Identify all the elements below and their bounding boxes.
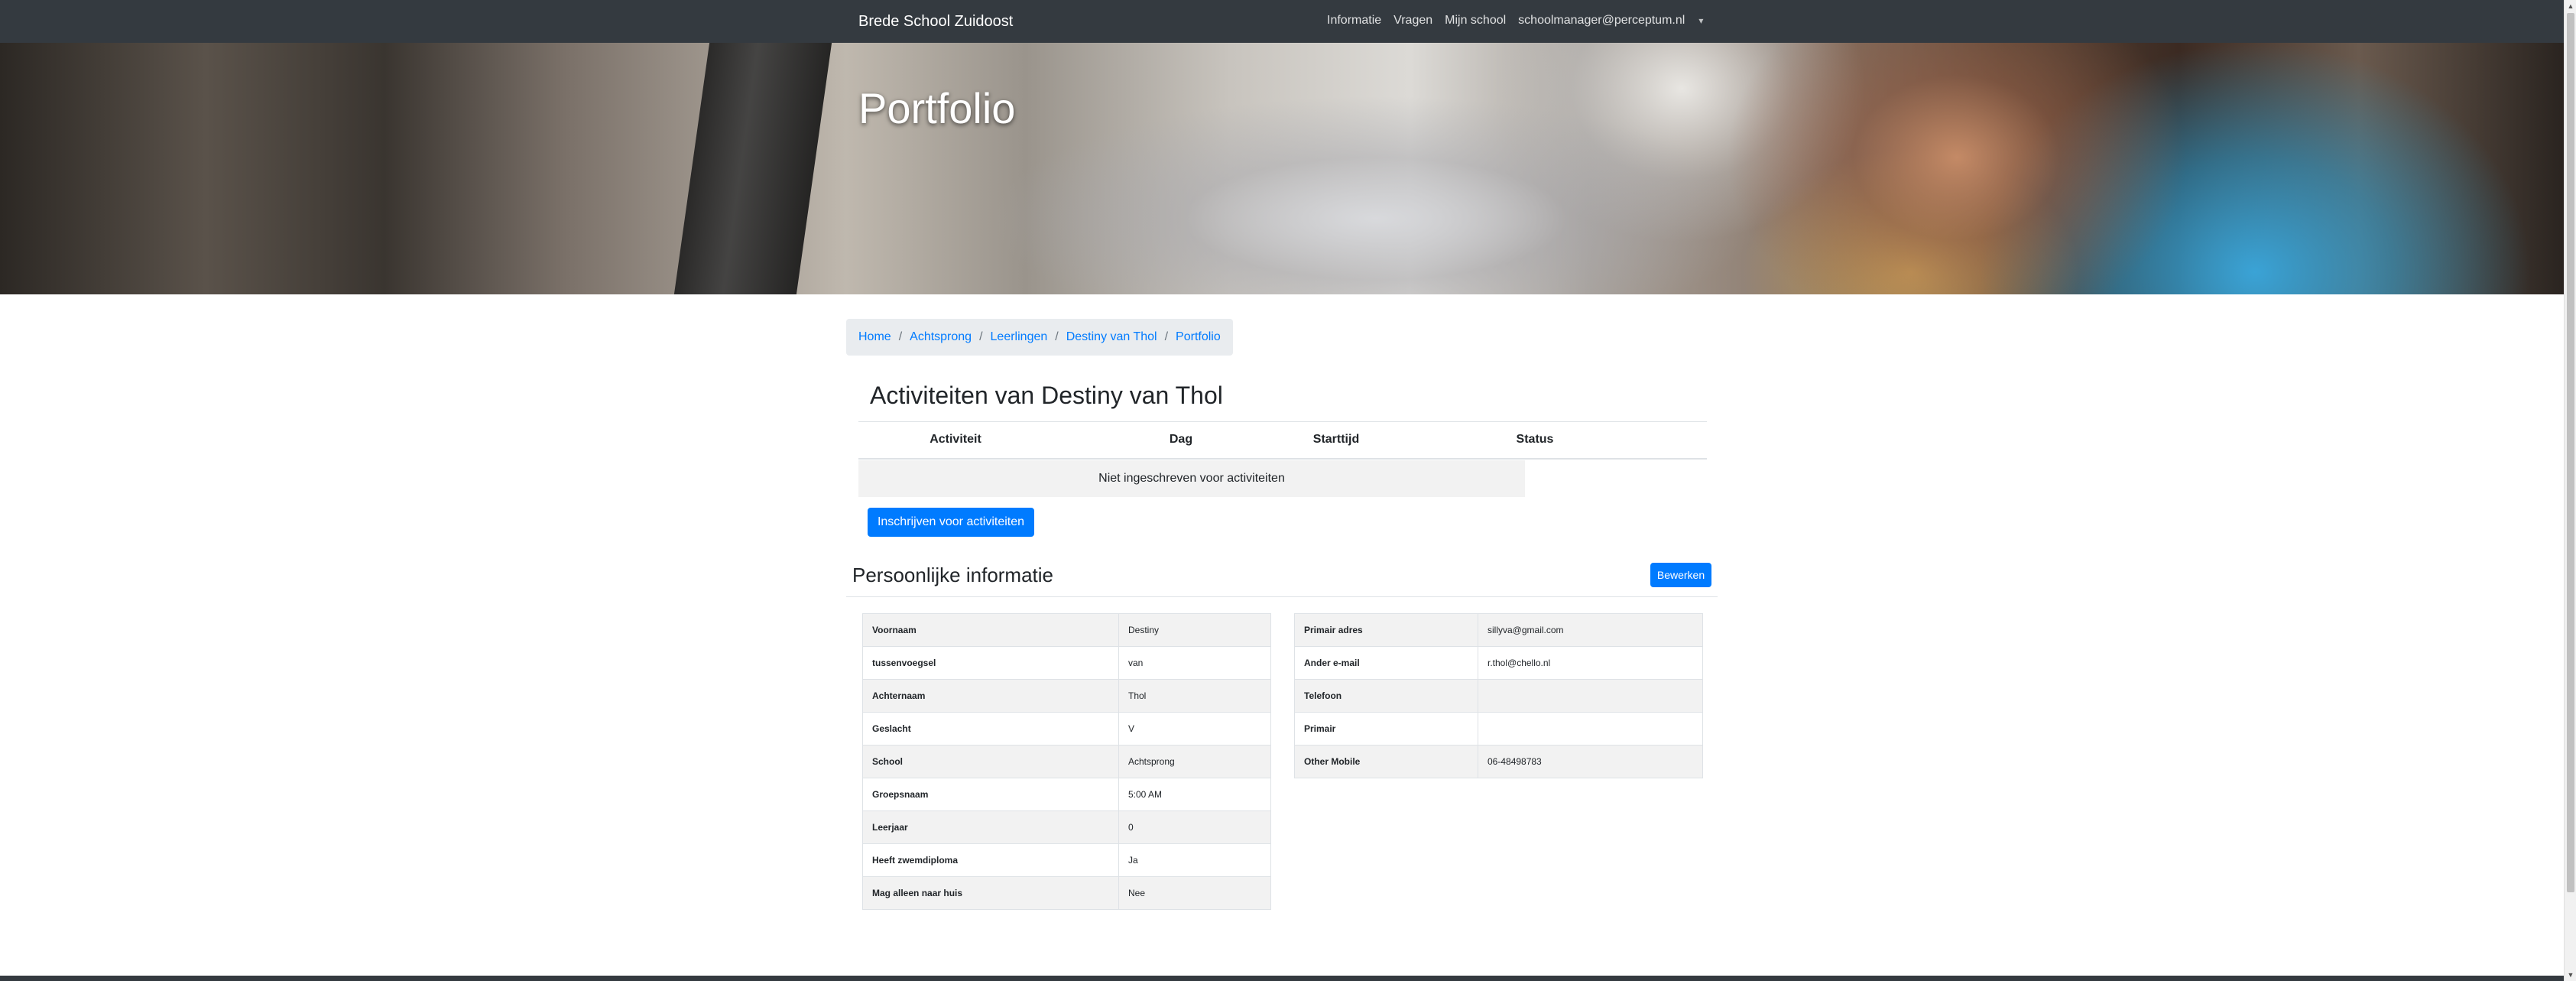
table-row: Other Mobile 06-48498783	[1294, 745, 1703, 778]
field-value: Thol	[1118, 679, 1271, 713]
field-value: sillyva@gmail.com	[1478, 613, 1703, 647]
field-label: Groepsnaam	[862, 778, 1119, 811]
navbar-links: Informatie Vragen Mijn school schoolmana…	[1321, 11, 1703, 31]
field-label: Achternaam	[862, 679, 1119, 713]
table-row: Ander e-mail r.thol@chello.nl	[1294, 646, 1703, 680]
field-label: Leerjaar	[862, 810, 1119, 844]
table-row: Geslacht V	[862, 712, 1271, 745]
divider	[846, 596, 1718, 597]
top-navbar: Brede School Zuidoost Informatie Vragen …	[0, 0, 2564, 43]
field-label: Other Mobile	[1294, 745, 1478, 778]
field-label: Heeft zwemdiploma	[862, 843, 1119, 877]
field-value: Ja	[1118, 843, 1271, 877]
nav-link-informatie[interactable]: Informatie	[1321, 11, 1387, 31]
activities-header-row: Activiteit Dag Starttijd Status	[858, 421, 1707, 460]
field-label: School	[862, 745, 1119, 778]
table-row: tussenvoegsel van	[862, 646, 1271, 680]
breadcrumb-separator: /	[979, 330, 983, 343]
field-value: van	[1118, 646, 1271, 680]
navbar-brand[interactable]: Brede School Zuidoost	[858, 11, 1013, 32]
field-label: Mag alleen naar huis	[862, 876, 1119, 910]
table-row: Telefoon	[1294, 679, 1703, 713]
table-row: Leerjaar 0	[862, 810, 1271, 844]
activities-table: Activiteit Dag Starttijd Status	[858, 421, 1707, 460]
page-title: Portfolio	[858, 84, 1016, 132]
field-value: 0	[1118, 810, 1271, 844]
breadcrumb-student[interactable]: Destiny van Thol	[1066, 330, 1157, 344]
column-header-dag: Dag	[1053, 421, 1309, 460]
field-value: 06-48498783	[1478, 745, 1703, 778]
field-label: Telefoon	[1294, 679, 1478, 713]
field-label: Voornaam	[862, 613, 1119, 647]
hero-background-image	[673, 43, 832, 294]
breadcrumb-separator: /	[1055, 330, 1059, 343]
field-value	[1478, 712, 1703, 745]
field-value: Destiny	[1118, 613, 1271, 647]
nav-link-mijn-school[interactable]: Mijn school	[1439, 11, 1512, 31]
scroll-up-arrow-icon[interactable]: ▲	[2565, 0, 2576, 12]
breadcrumb-separator: /	[1164, 330, 1169, 343]
table-row: Heeft zwemdiploma Ja	[862, 843, 1271, 877]
field-label: tussenvoegsel	[862, 646, 1119, 680]
field-value: Achtsprong	[1118, 745, 1271, 778]
breadcrumb-separator: /	[898, 330, 903, 343]
personal-info-table: Voornaam Destiny tussenvoegsel van Achtern…	[862, 613, 1271, 910]
scroll-down-arrow-icon[interactable]: ▼	[2565, 969, 2576, 981]
column-header-status: Status	[1363, 421, 1707, 460]
edit-button[interactable]: Bewerken	[1650, 563, 1711, 587]
field-label: Ander e-mail	[1294, 646, 1478, 680]
footer	[0, 976, 2564, 981]
personal-info-heading: Persoonlijke informatie	[852, 564, 1054, 586]
field-value: r.thol@chello.nl	[1478, 646, 1703, 680]
table-row: Voornaam Destiny	[862, 613, 1271, 647]
field-value: 5:00 AM	[1118, 778, 1271, 811]
field-label: Geslacht	[862, 712, 1119, 745]
column-header-activiteit: Activiteit	[858, 421, 1053, 460]
field-label: Primair adres	[1294, 613, 1478, 647]
column-header-starttijd: Starttijd	[1309, 421, 1363, 460]
scrollbar-thumb[interactable]	[2567, 13, 2574, 892]
field-value: V	[1118, 712, 1271, 745]
breadcrumb: Home / Achtsprong / Leerlingen / Destiny…	[846, 319, 1233, 356]
contact-info-table: Primair adres sillyva@gmail.com Ander e-m…	[1294, 613, 1703, 778]
table-row: School Achtsprong	[862, 745, 1271, 778]
table-row: Primair	[1294, 712, 1703, 745]
vertical-scrollbar[interactable]: ▲ ▼	[2564, 0, 2576, 981]
field-value	[1478, 679, 1703, 713]
activities-heading: Activiteiten van Destiny van Thol	[870, 382, 1223, 409]
nav-link-vragen[interactable]: Vragen	[1387, 11, 1439, 31]
field-label: Primair	[1294, 712, 1478, 745]
field-value: Nee	[1118, 876, 1271, 910]
table-row: Achternaam Thol	[862, 679, 1271, 713]
subscribe-activities-button[interactable]: Inschrijven voor activiteiten	[868, 508, 1034, 537]
hero-banner: Portfolio	[0, 43, 2564, 294]
activities-empty-row: Niet ingeschreven voor activiteiten	[858, 460, 1525, 497]
table-row: Groepsnaam 5:00 AM	[862, 778, 1271, 811]
breadcrumb-school[interactable]: Achtsprong	[910, 330, 972, 344]
table-row: Mag alleen naar huis Nee	[862, 876, 1271, 910]
table-row: Primair adres sillyva@gmail.com	[1294, 613, 1703, 647]
nav-link-user-account[interactable]: schoolmanager@perceptum.nl	[1512, 11, 1691, 31]
user-dropdown-caret-icon[interactable]: ▾	[1691, 11, 1703, 31]
breadcrumb-leerlingen[interactable]: Leerlingen	[991, 330, 1048, 344]
breadcrumb-home[interactable]: Home	[858, 330, 891, 344]
breadcrumb-portfolio[interactable]: Portfolio	[1176, 330, 1221, 344]
